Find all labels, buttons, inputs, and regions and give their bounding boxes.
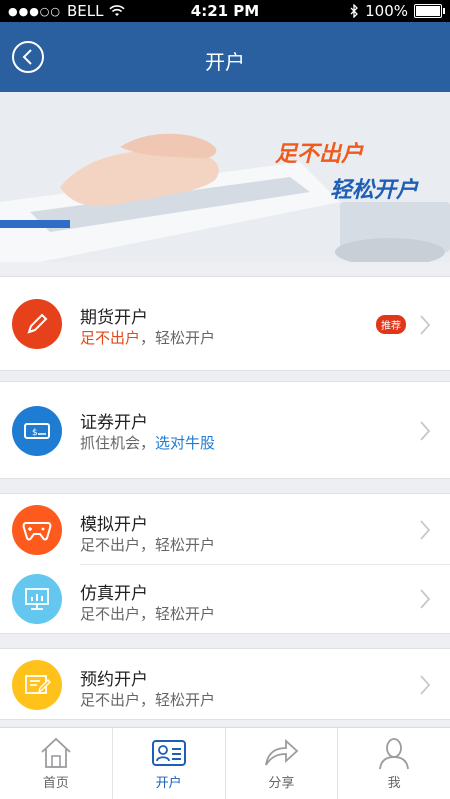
- list-item-emulation[interactable]: 仿真开户 足不出户，轻松开户: [0, 564, 450, 634]
- tab-me-label: 我: [387, 776, 401, 791]
- nav-bar: 开户: [0, 22, 450, 92]
- chevron-right-icon: [420, 520, 430, 540]
- battery-icon: [414, 4, 445, 18]
- svg-text:$: $: [32, 428, 38, 438]
- tab-home-label: 首页: [42, 776, 69, 791]
- chevron-right-icon: [420, 315, 430, 335]
- tab-share[interactable]: 分享: [226, 728, 339, 799]
- securities-subtitle-plain: 抓住机会，: [80, 434, 156, 452]
- simulation-title: 模拟开户: [80, 515, 148, 535]
- tab-account-label: 开户: [155, 776, 182, 791]
- user-icon: [379, 738, 410, 770]
- recommend-badge: 推荐: [376, 315, 406, 334]
- simulation-subtitle: 足不出户，轻松开户: [80, 536, 216, 554]
- securities-account-card: $ 证券开户 抓住机会，选对牛股: [0, 381, 450, 479]
- chevron-right-icon: [420, 589, 430, 609]
- bluetooth-icon: [350, 4, 359, 18]
- chevron-right-icon: [420, 675, 430, 695]
- emulation-subtitle: 足不出户，轻松开户: [80, 605, 216, 623]
- emulation-icon-circle: [12, 574, 62, 624]
- status-right: 100%: [349, 2, 445, 20]
- battery-label: 100%: [365, 2, 408, 20]
- futures-subtitle-rest: ，轻松开户: [140, 329, 216, 347]
- futures-icon-circle: [12, 299, 62, 349]
- futures-title: 期货开户: [80, 308, 148, 328]
- futures-subtitle-highlight: 足不出户: [80, 329, 141, 347]
- note-edit-icon: [25, 675, 51, 694]
- share-icon: [265, 738, 299, 766]
- home-icon: [41, 737, 71, 768]
- pencil-icon: [27, 313, 48, 334]
- reservation-icon-circle: [12, 660, 62, 710]
- reservation-title: 预约开户: [80, 670, 148, 690]
- futures-subtitle: 足不出户，轻松开户: [80, 327, 215, 348]
- list-item-securities[interactable]: $ 证券开户 抓住机会，选对牛股: [0, 382, 450, 478]
- reservation-subtitle: 足不出户，轻松开户: [80, 691, 216, 709]
- page-title: 开户: [205, 50, 245, 74]
- banner-slogan-1: 足不出户: [275, 142, 364, 167]
- tab-account[interactable]: 开户: [113, 728, 226, 799]
- promo-banner[interactable]: 足不出户 轻松开户: [0, 92, 450, 262]
- simulation-icon-circle: [12, 505, 62, 555]
- list-item-simulation[interactable]: 模拟开户 足不出户，轻松开户: [0, 494, 450, 564]
- battery-fill: [416, 6, 440, 16]
- list-item-futures[interactable]: 期货开户 足不出户，轻松开户 推荐: [0, 277, 450, 370]
- banknote-icon: $: [24, 423, 50, 439]
- securities-icon-circle: $: [12, 406, 62, 456]
- tab-home[interactable]: 首页: [0, 728, 113, 799]
- emulation-title: 仿真开户: [80, 584, 148, 604]
- tab-share-label: 分享: [268, 776, 295, 791]
- list-item-reservation[interactable]: 预约开户 足不出户，轻松开户: [0, 649, 450, 719]
- securities-title: 证券开户: [80, 413, 148, 433]
- chevron-right-icon: [420, 421, 430, 441]
- banner-slogan-2: 轻松开户: [330, 178, 419, 203]
- tab-bar: 首页 开户 分享 我: [0, 727, 450, 799]
- tab-me[interactable]: 我: [338, 728, 450, 799]
- simulation-card: 模拟开户 足不出户，轻松开户 仿真开户 足不出户，轻松开户: [0, 493, 450, 634]
- account-card-icon: [151, 740, 186, 766]
- gamepad-icon: [22, 522, 52, 541]
- reservation-card: 预约开户 足不出户，轻松开户: [0, 648, 450, 720]
- monitor-chart-icon: [25, 588, 49, 610]
- futures-account-card: 期货开户 足不出户，轻松开户 推荐: [0, 276, 450, 371]
- status-bar: ●●●○○ BELL 4:21 PM 100%: [0, 0, 450, 22]
- securities-subtitle: 抓住机会，选对牛股: [80, 432, 215, 453]
- securities-subtitle-highlight: 选对牛股: [155, 434, 216, 452]
